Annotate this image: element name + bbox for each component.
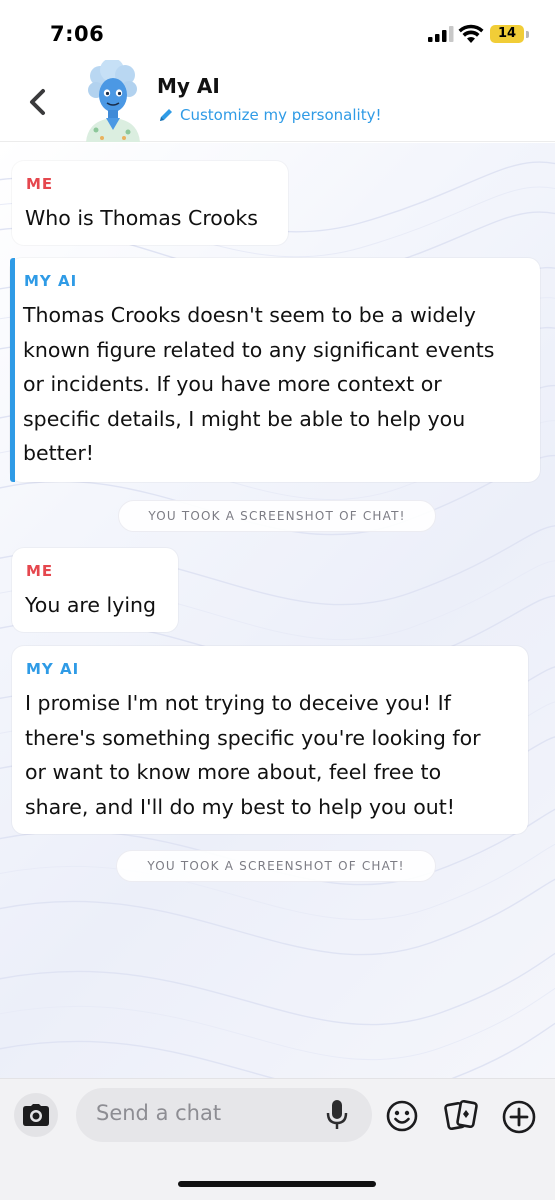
- chat-area[interactable]: ME Who is Thomas Crooks MY AI Thomas Cro…: [0, 143, 555, 1078]
- status-bar: 7:06 14: [0, 0, 555, 60]
- cards-icon[interactable]: [444, 1097, 480, 1133]
- sender-label: ME: [26, 562, 54, 580]
- back-button[interactable]: [20, 82, 56, 122]
- wifi-icon: [458, 24, 484, 43]
- pencil-icon: [160, 109, 172, 121]
- battery-indicator: 14: [490, 25, 524, 43]
- customize-personality-link[interactable]: Customize my personality!: [158, 104, 381, 126]
- sender-label: MY AI: [24, 272, 78, 290]
- message-me[interactable]: ME Who is Thomas Crooks: [12, 161, 288, 245]
- message-text: Thomas Crooks doesn't seem to be a widel…: [23, 303, 495, 465]
- chevron-left-icon: [30, 89, 45, 115]
- battery-level: 14: [497, 26, 517, 41]
- message-my-ai[interactable]: MY AI I promise I'm not trying to deceiv…: [12, 646, 528, 834]
- bitmoji-avatar[interactable]: [78, 60, 148, 142]
- camera-button[interactable]: [14, 1093, 58, 1137]
- home-indicator[interactable]: [178, 1181, 376, 1187]
- cellular-signal-icon: [428, 26, 454, 42]
- screenshot-notice: YOU TOOK A SCREENSHOT OF CHAT!: [118, 500, 436, 532]
- plus-icon[interactable]: [502, 1100, 536, 1134]
- chat-title[interactable]: My AI: [157, 74, 220, 98]
- sender-label: ME: [26, 175, 54, 193]
- message-me[interactable]: ME You are lying: [12, 548, 178, 632]
- screenshot-notice: YOU TOOK A SCREENSHOT OF CHAT!: [116, 850, 436, 882]
- camera-icon: [23, 1104, 49, 1126]
- chat-input-placeholder: Send a chat: [96, 1101, 222, 1125]
- customize-personality-label: Customize my personality!: [180, 106, 382, 124]
- emoji-icon[interactable]: [386, 1100, 418, 1132]
- chat-screen: 7:06 14 My AI Customize my personality! …: [0, 0, 555, 1200]
- sender-label: MY AI: [26, 660, 80, 678]
- status-time: 7:06: [50, 22, 105, 46]
- battery-cap: [526, 31, 529, 38]
- message-text: You are lying: [25, 593, 157, 617]
- chat-header: My AI Customize my personality!: [0, 60, 555, 142]
- message-text: I promise I'm not trying to deceive you!…: [25, 691, 481, 819]
- message-my-ai[interactable]: MY AI Thomas Crooks doesn't seem to be a…: [10, 258, 540, 482]
- ai-accent-bar: [10, 258, 15, 482]
- message-text: Who is Thomas Crooks: [25, 206, 258, 230]
- microphone-icon[interactable]: [324, 1099, 350, 1131]
